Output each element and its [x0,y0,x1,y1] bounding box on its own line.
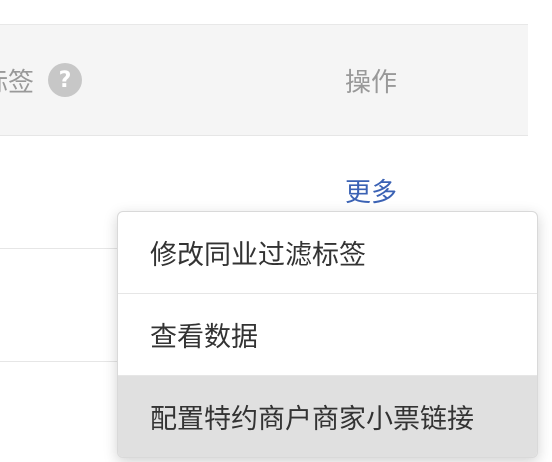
table-header: 标签 ? 操作 [0,25,528,136]
question-icon[interactable]: ? [48,63,83,97]
menu-item-label: 修改同业过滤标签 [150,240,366,271]
page: 标签 ? 操作 更多 修改同业过滤标签 查看数据 配置特约商户商家小票链接 [0,0,552,462]
table-top-strip [0,0,528,25]
menu-item-edit-peer-filter-tags[interactable]: 修改同业过滤标签 [118,212,537,294]
header-cell-tags: 标签 ? [0,25,83,135]
menu-item-configure-receipt-link[interactable]: 配置特约商户商家小票链接 [118,376,537,457]
more-actions-dropdown: 修改同业过滤标签 查看数据 配置特约商户商家小票链接 [117,211,538,458]
more-link[interactable]: 更多 [345,172,397,209]
menu-item-label: 配置特约商户商家小票链接 [150,404,474,435]
header-tags-label: 标签 [0,67,35,98]
menu-item-label: 查看数据 [150,322,258,353]
menu-item-view-data[interactable]: 查看数据 [118,294,537,376]
header-operations-label: 操作 [345,67,398,98]
header-cell-operations: 操作 [345,25,397,135]
